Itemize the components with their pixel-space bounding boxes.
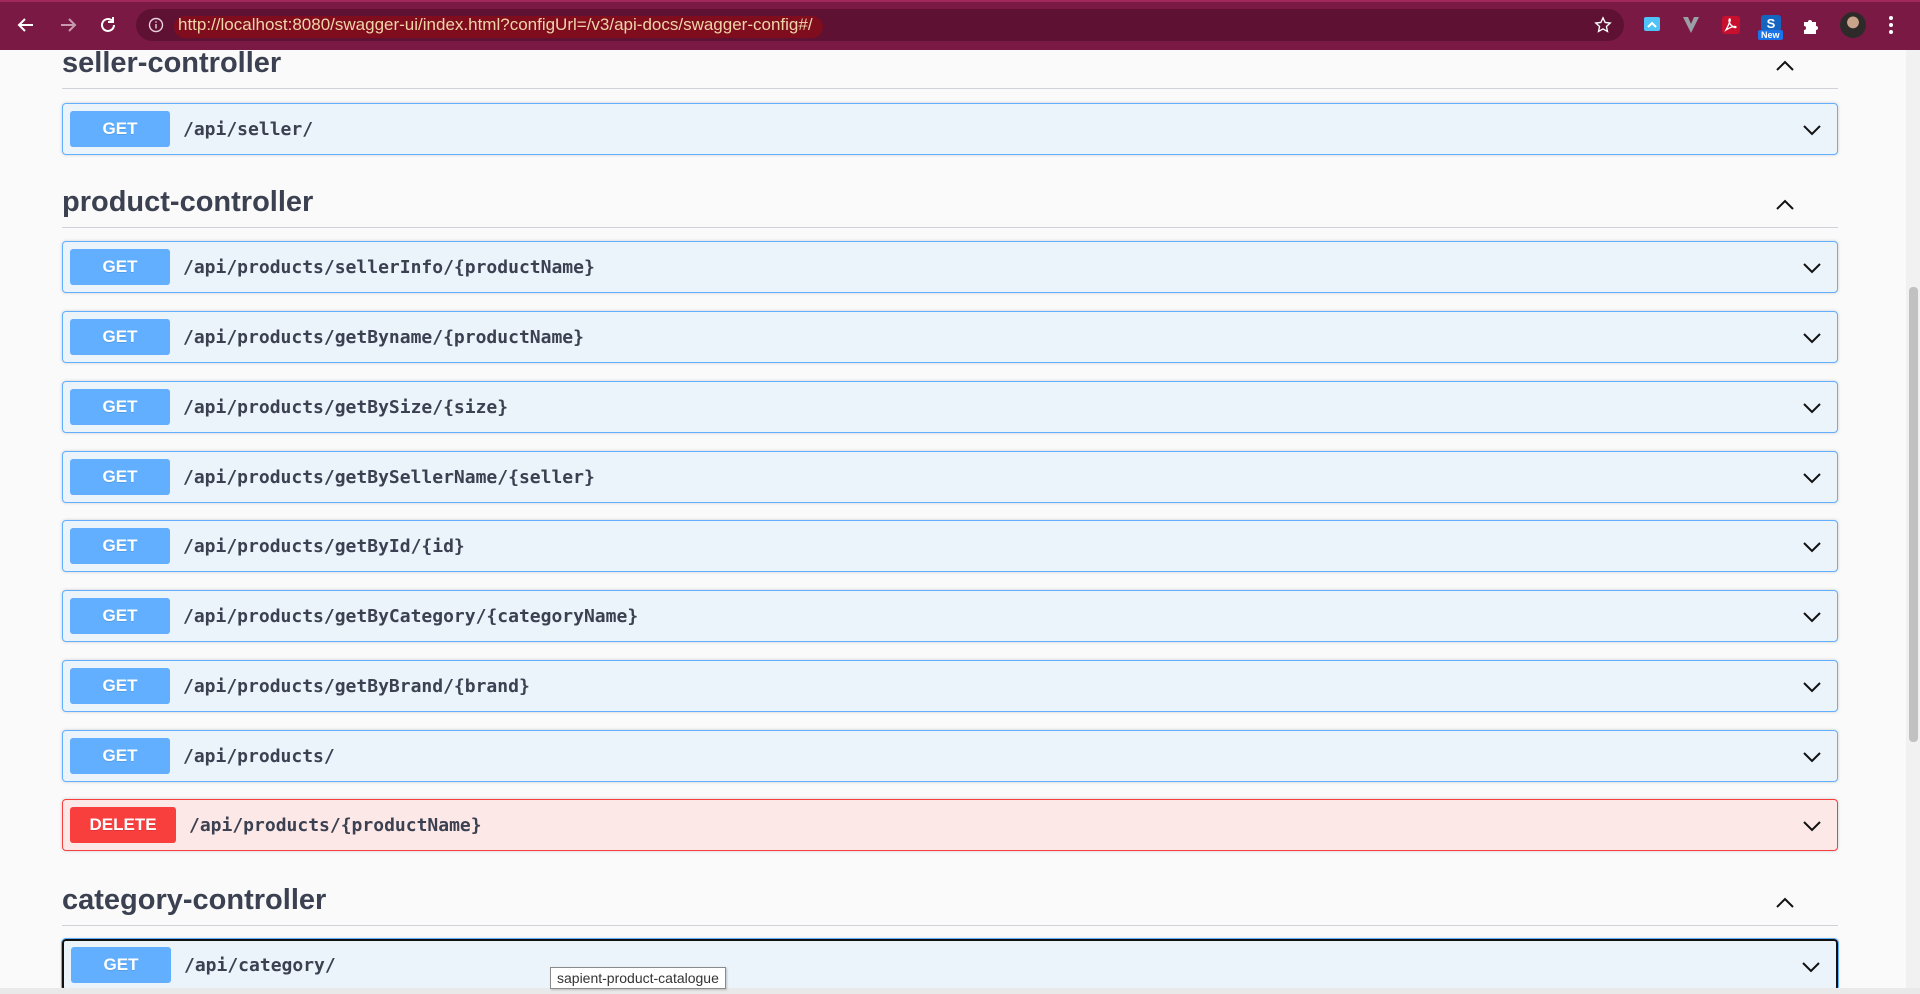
scrollbar-thumb[interactable] <box>1909 287 1918 742</box>
arrow-left-icon <box>17 18 33 32</box>
operation-path: /api/category/ <box>184 954 336 976</box>
operation-get-by-size[interactable]: GET /api/products/getBySize/{size} <box>62 381 1838 433</box>
chevron-up-icon[interactable] <box>1772 890 1798 916</box>
address-bar[interactable]: http://localhost:8080/swagger-ui/index.h… <box>136 9 1624 41</box>
operation-path: /api/products/getBySize/{size} <box>183 396 509 418</box>
page-scrollbar[interactable] <box>1906 50 1920 994</box>
url-value: http://localhost:8080/swagger-ui/index.h… <box>178 15 813 34</box>
chevron-down-icon[interactable] <box>1798 954 1824 980</box>
pdf-extension-icon <box>1722 16 1740 34</box>
operation-get-products[interactable]: GET /api/products/ <box>62 730 1838 782</box>
operation-path: /api/products/getById/{id} <box>183 535 465 557</box>
operation-get-seller-info[interactable]: GET /api/products/sellerInfo/{productNam… <box>62 241 1838 293</box>
chevron-down-icon[interactable] <box>1799 534 1825 560</box>
tooltip: sapient-product-catalogue <box>550 967 726 989</box>
method-badge: DELETE <box>70 807 176 843</box>
bookmark-star-icon[interactable] <box>1594 16 1612 34</box>
operation-path: /api/seller/ <box>183 118 314 140</box>
method-badge: GET <box>70 459 170 495</box>
operation-path: /api/products/{productName} <box>189 814 482 836</box>
chevron-down-icon[interactable] <box>1799 255 1825 281</box>
extension-pdf-button[interactable] <box>1720 14 1742 36</box>
bottom-strip <box>0 988 1920 994</box>
operation-get-by-category[interactable]: GET /api/products/getByCategory/{categor… <box>62 590 1838 642</box>
toolbar-top-line <box>0 0 1920 2</box>
more-options-icon[interactable] <box>1884 14 1898 36</box>
operation-path: /api/products/getByBrand/{brand} <box>183 675 530 697</box>
tag-title: seller-controller <box>62 50 282 79</box>
method-badge: GET <box>70 738 170 774</box>
operation-path: /api/products/getByname/{productName} <box>183 326 584 348</box>
puzzle-piece-icon <box>1804 20 1818 34</box>
chevron-down-icon[interactable] <box>1799 395 1825 421</box>
operation-get-by-name[interactable]: GET /api/products/getByname/{productName… <box>62 311 1838 363</box>
operation-path: /api/products/getByCategory/{categoryNam… <box>183 605 639 627</box>
chevron-down-icon[interactable] <box>1799 604 1825 630</box>
method-badge: GET <box>71 947 171 983</box>
operation-get-by-id[interactable]: GET /api/products/getById/{id} <box>62 520 1838 572</box>
operation-delete-product[interactable]: DELETE /api/products/{productName} <box>62 799 1838 851</box>
back-button[interactable] <box>12 11 40 39</box>
method-badge: GET <box>70 111 170 147</box>
chevron-down-icon[interactable] <box>1799 465 1825 491</box>
chevron-down-icon[interactable] <box>1799 674 1825 700</box>
method-badge: GET <box>70 528 170 564</box>
v-extension-icon <box>1683 17 1699 33</box>
extension-v-button[interactable] <box>1680 14 1702 36</box>
operation-path: /api/products/ <box>183 745 335 767</box>
site-info-icon[interactable] <box>148 17 164 33</box>
method-badge: GET <box>70 668 170 704</box>
swagger-content: seller-controller GET /api/seller/ produ… <box>0 50 1906 994</box>
tag-category-controller[interactable]: category-controller <box>62 876 1838 926</box>
arrow-right-icon <box>61 18 77 32</box>
chevron-down-icon[interactable] <box>1799 325 1825 351</box>
new-badge: New <box>1758 30 1783 40</box>
operation-get-category[interactable]: GET /api/category/ <box>61 938 1839 992</box>
chevron-down-icon[interactable] <box>1799 117 1825 143</box>
operation-path: /api/products/getBySellerName/{seller} <box>183 466 595 488</box>
operation-get-by-brand[interactable]: GET /api/products/getByBrand/{brand} <box>62 660 1838 712</box>
svg-text:S: S <box>1767 16 1776 31</box>
operation-path: /api/products/sellerInfo/{productName} <box>183 256 595 278</box>
tag-title: product-controller <box>62 186 314 218</box>
reload-icon <box>101 17 115 32</box>
reload-button[interactable] <box>94 11 122 39</box>
extension-cast-button[interactable] <box>1642 14 1664 36</box>
cast-extension-icon <box>1644 17 1660 31</box>
method-badge: GET <box>70 389 170 425</box>
extensions-menu-button[interactable] <box>1800 14 1822 36</box>
method-badge: GET <box>70 598 170 634</box>
operation-get-by-seller-name[interactable]: GET /api/products/getBySellerName/{selle… <box>62 451 1838 503</box>
tag-title: category-controller <box>62 884 327 916</box>
chevron-down-icon[interactable] <box>1799 744 1825 770</box>
tag-product-controller[interactable]: product-controller <box>62 178 1838 228</box>
forward-button[interactable] <box>54 11 82 39</box>
chevron-up-icon[interactable] <box>1772 192 1798 218</box>
method-badge: GET <box>70 319 170 355</box>
chevron-down-icon[interactable] <box>1799 813 1825 839</box>
url-text[interactable]: http://localhost:8080/swagger-ui/index.h… <box>174 15 823 38</box>
chevron-up-icon[interactable] <box>1772 53 1798 79</box>
method-badge: GET <box>70 249 170 285</box>
profile-avatar[interactable] <box>1840 12 1866 38</box>
browser-toolbar: http://localhost:8080/swagger-ui/index.h… <box>0 0 1920 50</box>
operation-get-seller[interactable]: GET /api/seller/ <box>62 103 1838 155</box>
tag-seller-controller[interactable]: seller-controller <box>62 50 1838 89</box>
